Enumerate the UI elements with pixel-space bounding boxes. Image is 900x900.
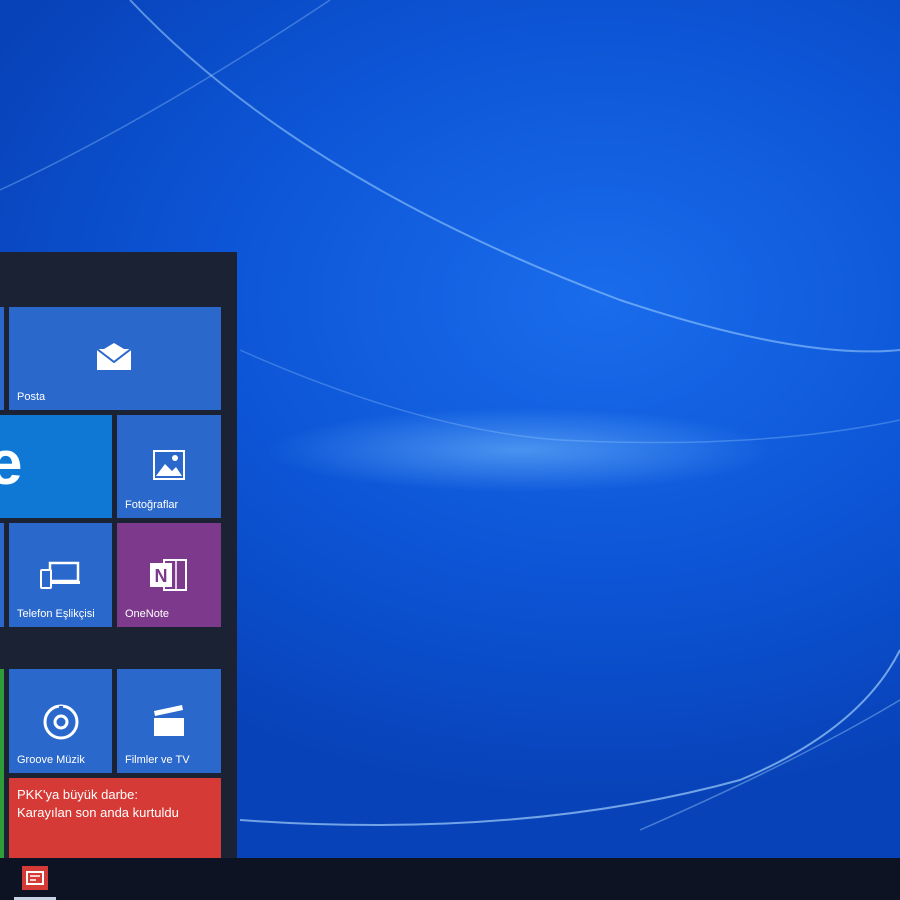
start-menu: Posta e Fotoğraflar Telefon Eşlikçisi N … xyxy=(0,252,237,858)
photos-icon xyxy=(153,450,185,485)
tile-mail[interactable]: Posta xyxy=(9,307,221,410)
edge-icon: e xyxy=(0,429,23,498)
tile-movies-tv-label: Filmler ve TV xyxy=(125,754,190,766)
taskbar-news-app[interactable] xyxy=(14,858,56,900)
tile-news[interactable]: PKK'ya büyük darbe: Karayılan son anda k… xyxy=(9,778,221,858)
tile-onenote-label: OneNote xyxy=(125,608,170,620)
taskbar xyxy=(0,858,900,900)
tile-phone-companion[interactable]: Telefon Eşlikçisi xyxy=(9,523,112,627)
tile-edge[interactable]: e xyxy=(0,415,112,518)
tile-photos[interactable]: Fotoğraflar xyxy=(117,415,221,518)
mail-icon xyxy=(96,343,132,376)
tile-groove-music[interactable]: Groove Müzik xyxy=(9,669,112,773)
news-app-icon xyxy=(22,866,48,895)
svg-text:N: N xyxy=(155,566,168,586)
tile-groove-music-label: Groove Müzik xyxy=(17,754,85,766)
onenote-icon: N xyxy=(150,558,188,597)
tile-phone-companion-label: Telefon Eşlikçisi xyxy=(17,608,95,620)
news-headline-line-1: PKK'ya büyük darbe: xyxy=(17,787,138,802)
tile-onenote[interactable]: N OneNote xyxy=(117,523,221,627)
tile-movies-tv[interactable]: Filmler ve TV xyxy=(117,669,221,773)
groove-music-icon xyxy=(42,703,80,746)
tile-partial-green[interactable] xyxy=(0,669,4,858)
news-headline: PKK'ya büyük darbe: Karayılan son anda k… xyxy=(17,786,179,822)
tile-partial-middle[interactable] xyxy=(0,523,4,627)
tile-mail-label: Posta xyxy=(17,391,46,403)
tile-photos-label: Fotoğraflar xyxy=(125,499,179,511)
tile-partial-top[interactable] xyxy=(0,307,4,410)
phone-companion-icon xyxy=(40,561,82,594)
movies-tv-icon xyxy=(152,703,186,742)
news-headline-line-2: Karayılan son anda kurtuldu xyxy=(17,805,179,820)
